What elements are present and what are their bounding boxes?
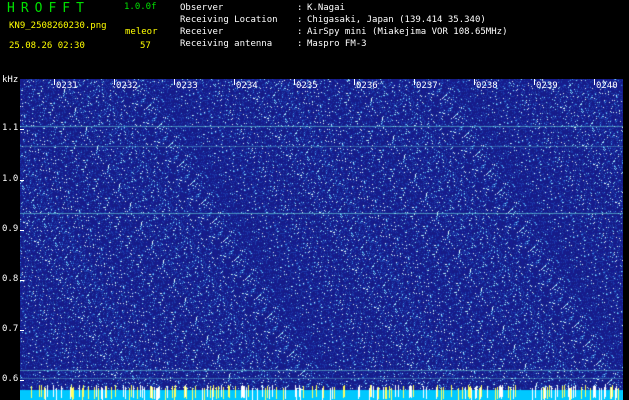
y-tick-mark (20, 230, 24, 231)
x-tick-label: 0233 (176, 81, 198, 91)
x-tick-label: 0240 (596, 81, 618, 91)
x-tick-mark (294, 79, 295, 85)
y-tick-mark (20, 129, 24, 130)
y-tick-mark (20, 330, 24, 331)
x-tick-label: 0231 (56, 81, 78, 91)
observer-colon: : (297, 3, 303, 13)
x-tick-mark (354, 79, 355, 85)
x-tick-label: 0236 (356, 81, 378, 91)
x-tick-label: 0239 (536, 81, 558, 91)
y-tick-label: 0.6 (2, 374, 19, 384)
y-tick-label: 0.9 (2, 224, 19, 234)
observer-label: Observer (180, 3, 224, 13)
x-tick-mark (114, 79, 115, 85)
antenna-label: Receiving antenna (180, 39, 273, 49)
hrofft-window: HROFFT 1.0.0f KN9_2508260230.png meleor … (0, 0, 629, 400)
app-title: HROFFT (7, 1, 90, 16)
x-tick-mark (54, 79, 55, 85)
x-tick-label: 0235 (296, 81, 318, 91)
x-tick-mark (594, 79, 595, 85)
location-value: Chigasaki, Japan (139.414 35.340) (307, 15, 486, 25)
mode-label: meleor (125, 27, 158, 37)
receiver-colon: : (297, 27, 303, 37)
x-tick-label: 0232 (116, 81, 138, 91)
location-colon: : (297, 15, 303, 25)
y-tick-label: 1.0 (2, 174, 19, 184)
x-tick-mark (234, 79, 235, 85)
y-tick-label: 0.8 (2, 274, 19, 284)
meteor-count: 57 (140, 41, 151, 51)
filename-label: KN9_2508260230.png (9, 21, 107, 31)
location-label: Receiving Location (180, 15, 278, 25)
y-tick-mark (20, 180, 24, 181)
receiver-value: AirSpy mini (Miakejima VOR 108.65MHz) (307, 27, 508, 37)
version-label: 1.0.0f (124, 2, 157, 12)
y-axis-unit: kHz (2, 75, 19, 85)
y-tick-label: 0.7 (2, 324, 19, 334)
x-tick-mark (474, 79, 475, 85)
x-tick-mark (534, 79, 535, 85)
x-tick-label: 0237 (416, 81, 438, 91)
x-tick-mark (414, 79, 415, 85)
y-tick-mark (20, 280, 24, 281)
spectrogram (20, 79, 623, 400)
antenna-colon: : (297, 39, 303, 49)
spectrogram-canvas (20, 79, 623, 400)
datetime-label: 25.08.26 02:30 (9, 41, 85, 51)
y-tick-label: 1.1 (2, 123, 19, 133)
x-tick-label: 0238 (476, 81, 498, 91)
receiver-label: Receiver (180, 27, 224, 37)
observer-value: K.Nagai (307, 3, 345, 13)
x-tick-mark (174, 79, 175, 85)
y-tick-mark (20, 380, 24, 381)
x-tick-label: 0234 (236, 81, 258, 91)
antenna-value: Maspro FM-3 (307, 39, 367, 49)
